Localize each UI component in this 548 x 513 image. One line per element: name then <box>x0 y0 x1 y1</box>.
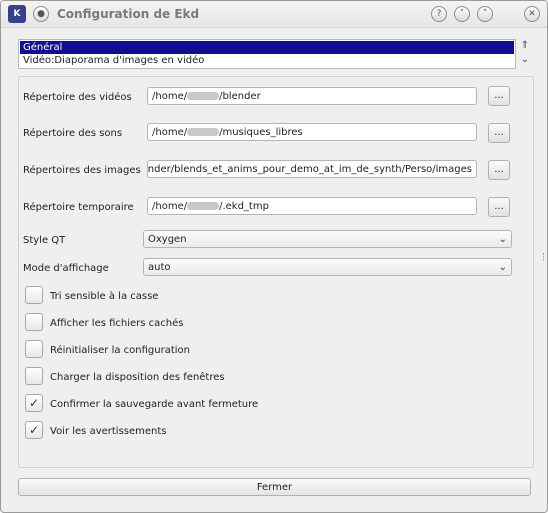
show-warnings-label: Voir les avertissements <box>50 426 167 437</box>
sounds-dir-input[interactable]: /home/ /musiques_libres <box>147 123 477 141</box>
videos-dir-input[interactable]: /home/ /blender <box>147 87 477 105</box>
minimize-icon[interactable]: ˅ <box>454 6 470 22</box>
window-title: Configuration de Ekd <box>57 7 200 21</box>
images-dir-label: Répertoires des images <box>23 165 141 176</box>
confirm-save-checkbox[interactable]: ✓ <box>25 394 43 412</box>
case-sensitive-checkbox[interactable] <box>25 286 43 304</box>
images-dir-value: blender/blends_et_anims_pour_demo_at_im_… <box>147 164 472 175</box>
load-layout-checkbox[interactable] <box>25 367 43 385</box>
scroll-up-icon[interactable]: ⇑ <box>519 39 531 53</box>
display-mode-value: auto <box>148 262 171 273</box>
chevron-down-icon: ⌄ <box>498 262 507 273</box>
style-qt-value: Oxygen <box>148 234 187 245</box>
category-item-diaporama[interactable]: Vidéo:Diaporama d'images en vidéo <box>20 54 514 67</box>
confirm-save-label: Confirmer la sauvegarde avant fermeture <box>50 399 259 410</box>
category-list[interactable]: Général Vidéo:Diaporama d'images en vidé… <box>18 39 516 69</box>
sounds-dir-label: Répertoire des sons <box>23 128 123 139</box>
app-icon: K <box>8 5 26 23</box>
show-hidden-label: Afficher les fichiers cachés <box>50 318 184 329</box>
title-bar[interactable]: K ● Configuration de Ekd ? ˅ ˄ ✕ <box>1 1 547 28</box>
sounds-browse-button[interactable]: ... <box>488 123 510 143</box>
display-mode-label: Mode d'affichage <box>23 263 109 274</box>
chevron-down-icon: ⌄ <box>498 234 507 245</box>
videos-browse-button[interactable]: ... <box>488 86 510 106</box>
redacted-username <box>187 128 220 136</box>
resize-grip[interactable] <box>543 253 547 261</box>
temp-dir-label: Répertoire temporaire <box>23 202 134 213</box>
config-dialog: K ● Configuration de Ekd ? ˅ ˄ ✕ Général… <box>0 0 548 513</box>
display-mode-select[interactable]: auto ⌄ <box>143 258 512 276</box>
help-icon[interactable]: ? <box>431 6 447 22</box>
redacted-username <box>187 92 220 100</box>
temp-dir-input[interactable]: /home/ /.ekd_tmp <box>147 197 477 215</box>
reset-config-label: Réinitialiser la configuration <box>50 345 190 356</box>
redacted-username <box>187 202 220 210</box>
maximize-icon[interactable]: ˄ <box>477 6 493 22</box>
reset-config-checkbox[interactable] <box>25 340 43 358</box>
load-layout-label: Charger la disposition des fenêtres <box>50 372 225 383</box>
case-sensitive-label: Tri sensible à la casse <box>50 291 159 302</box>
images-dir-input[interactable]: blender/blends_et_anims_pour_demo_at_im_… <box>147 160 477 178</box>
videos-dir-suffix: /blender <box>219 91 261 102</box>
pin-icon[interactable]: ● <box>33 6 49 22</box>
videos-dir-label: Répertoire des vidéos <box>23 92 132 103</box>
temp-dir-prefix: /home/ <box>152 201 188 212</box>
sounds-dir-suffix: /musiques_libres <box>219 127 303 138</box>
videos-dir-prefix: /home/ <box>152 91 188 102</box>
scroll-down-icon[interactable]: ⌄ <box>519 53 531 67</box>
images-browse-button[interactable]: ... <box>488 160 510 180</box>
show-warnings-checkbox[interactable]: ✓ <box>25 421 43 439</box>
style-qt-label: Style QT <box>23 235 66 246</box>
close-button[interactable]: Fermer <box>18 478 531 496</box>
style-qt-select[interactable]: Oxygen ⌄ <box>143 230 512 248</box>
temp-dir-suffix: /.ekd_tmp <box>219 201 269 212</box>
temp-browse-button[interactable]: ... <box>488 197 510 217</box>
category-item-general[interactable]: Général <box>20 41 514 54</box>
sounds-dir-prefix: /home/ <box>152 127 188 138</box>
close-icon[interactable]: ✕ <box>524 6 540 22</box>
show-hidden-checkbox[interactable] <box>25 313 43 331</box>
